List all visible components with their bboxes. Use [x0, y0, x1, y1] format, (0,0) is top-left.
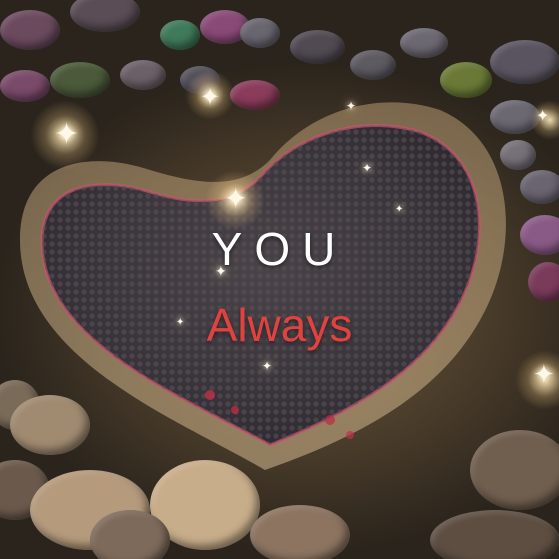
sparkle-icon: ✦: [224, 182, 248, 215]
headline-text: YOU: [211, 223, 348, 275]
photo-scene: ✦ ✦ ✦ ✦ ✦ ✦ ✦ ✦ ✦ ✦ ✦ YOU Always: [0, 0, 559, 559]
sparkle-icon: ✦: [536, 106, 550, 125]
heart-shape: [20, 102, 506, 470]
sparkle-icon: ✦: [533, 360, 555, 390]
sparkle-icon: ✦: [54, 117, 80, 152]
subline-text: Always: [206, 299, 353, 351]
sparkle-icon: ✦: [200, 83, 221, 111]
sparkle-icon: ✦: [346, 99, 357, 113]
sparkle-icon: ✦: [262, 359, 273, 373]
sparkle-icon: ✦: [362, 161, 373, 175]
sparkle-icon: ✦: [395, 204, 404, 215]
